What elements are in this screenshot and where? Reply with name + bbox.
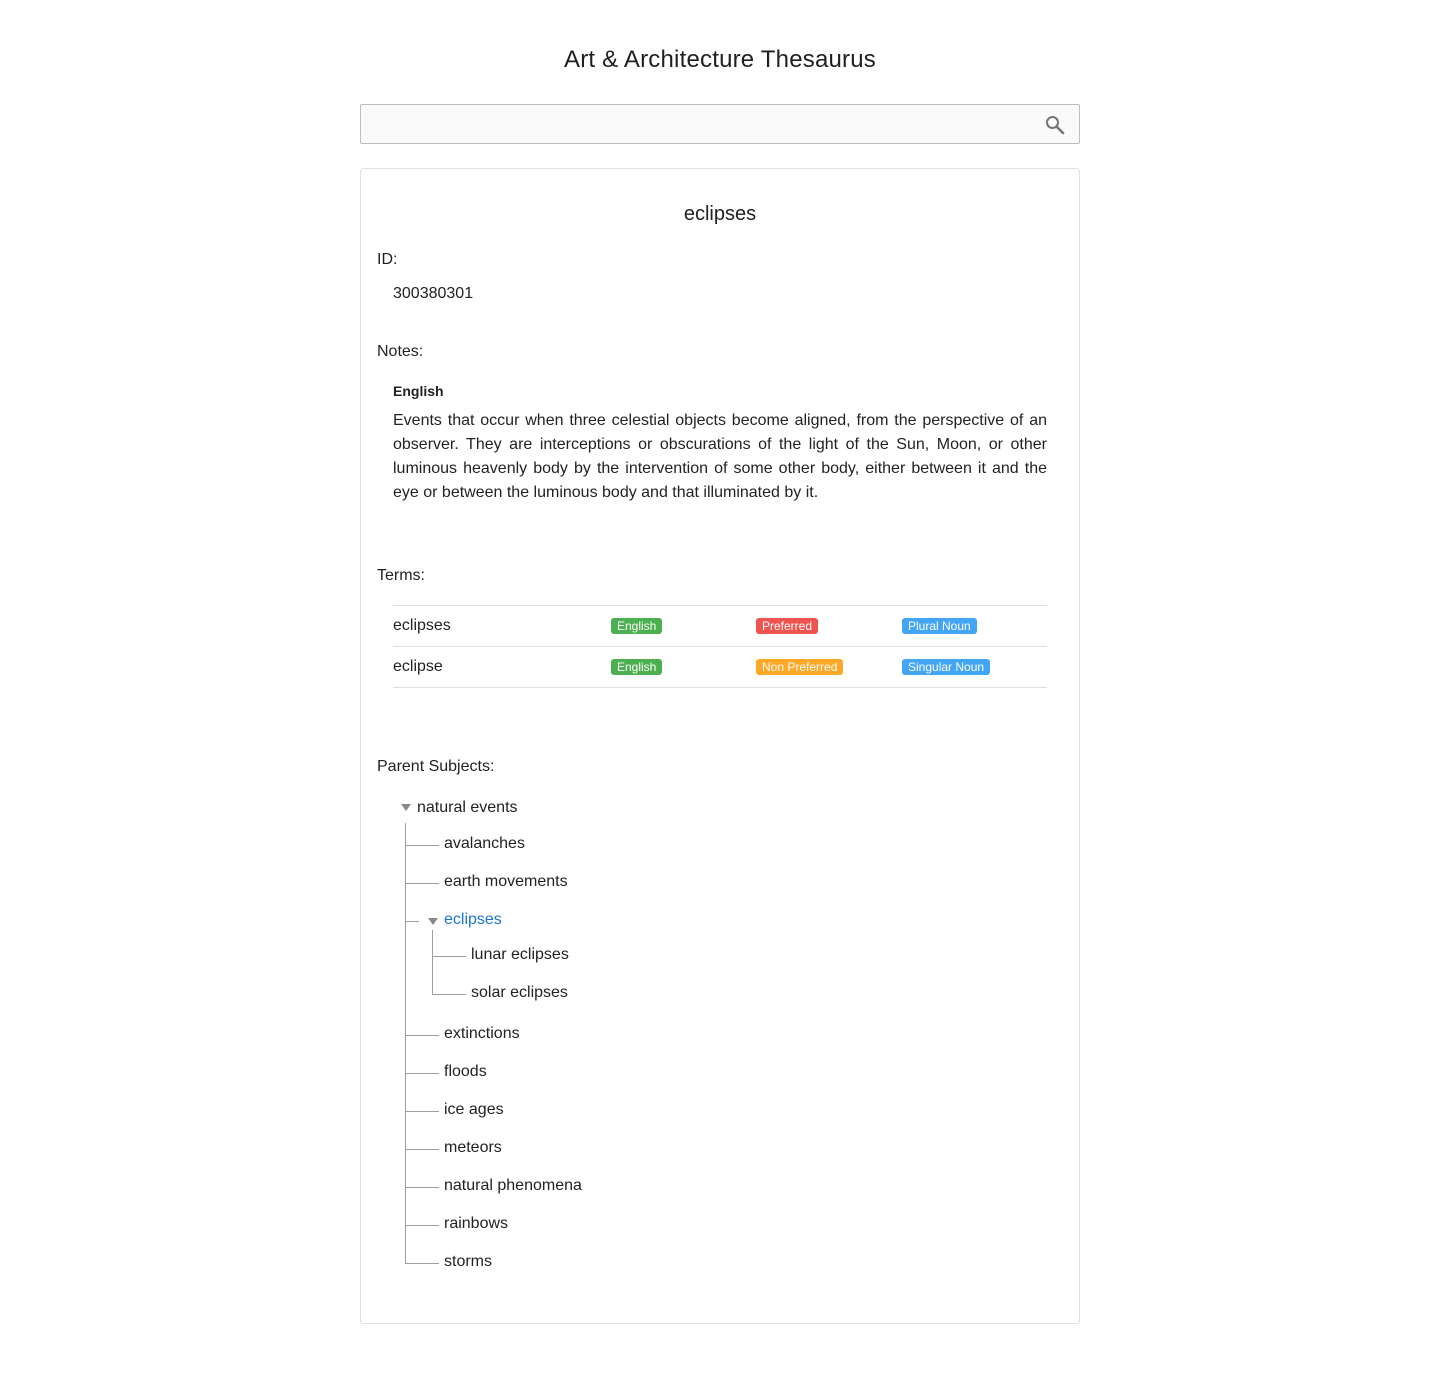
search-icon[interactable] xyxy=(1045,115,1065,135)
tree-connector xyxy=(432,994,466,995)
tree-item[interactable]: natural phenomena xyxy=(444,1177,582,1195)
tree-item[interactable]: storms xyxy=(444,1253,492,1271)
tree-item[interactable]: extinctions xyxy=(444,1025,520,1043)
tree-item[interactable]: earth movements xyxy=(444,873,568,891)
tree-connector xyxy=(405,883,439,884)
tree-item[interactable]: ice ages xyxy=(444,1101,504,1119)
tree-connector xyxy=(405,1263,439,1264)
tree-connector xyxy=(405,1187,439,1188)
tree-connector xyxy=(432,930,433,995)
tree-connector xyxy=(405,1035,439,1036)
tree-item[interactable]: rainbows xyxy=(444,1215,508,1233)
tree-connector xyxy=(405,1149,439,1150)
tree-item[interactable]: floods xyxy=(444,1063,487,1081)
app-title: Art & Architecture Thesaurus xyxy=(564,46,876,73)
subject-card: eclipses ID: 300380301 Notes: English Ev… xyxy=(360,168,1080,1324)
tree-item[interactable]: eclipses xyxy=(444,911,502,929)
tree-item[interactable]: lunar eclipses xyxy=(471,946,569,964)
tree-connector xyxy=(405,921,419,922)
caret-down-icon[interactable] xyxy=(428,918,438,925)
tree-item[interactable]: avalanches xyxy=(444,835,525,853)
tree-connector xyxy=(405,1225,439,1226)
tree-item[interactable]: solar eclipses xyxy=(471,984,568,1002)
tree-connector xyxy=(405,1111,439,1112)
search-box[interactable] xyxy=(360,104,1080,144)
parent-subjects-tree: natural events avalanches earth movements e… xyxy=(361,169,1079,1323)
tree-item[interactable]: natural events xyxy=(417,799,518,817)
search-input[interactable] xyxy=(361,105,1031,143)
caret-down-icon[interactable] xyxy=(401,804,411,811)
tree-connector xyxy=(405,823,406,1264)
tree-connector xyxy=(432,956,466,957)
tree-item[interactable]: meteors xyxy=(444,1139,502,1157)
tree-connector xyxy=(405,1073,439,1074)
tree-connector xyxy=(405,845,439,846)
